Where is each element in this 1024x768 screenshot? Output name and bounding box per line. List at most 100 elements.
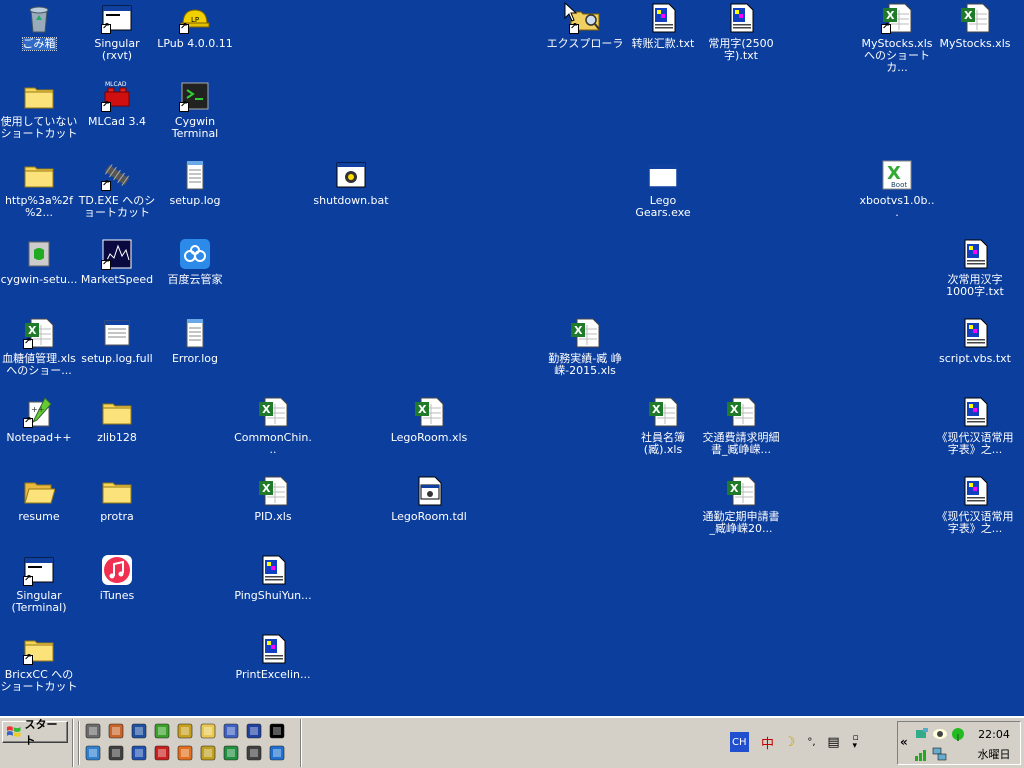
quicklaunch-ie-icon[interactable]: [268, 744, 286, 762]
desktop-icon-label: PID.xls: [254, 510, 292, 523]
desktop-icon-cygwin-setup[interactable]: cygwin-setu...: [0, 238, 78, 286]
recycle-bin-icon: [23, 2, 55, 34]
svg-text:X: X: [574, 324, 583, 337]
network-computers-icon[interactable]: [932, 746, 948, 762]
desktop-icon-mystocks[interactable]: X MyStocks.xls: [936, 2, 1014, 50]
quicklaunch-grip[interactable]: [78, 721, 80, 765]
quicklaunch-cmd-icon[interactable]: [268, 722, 286, 740]
desktop-icon-label: エクスプローラ: [546, 37, 624, 50]
quicklaunch-nvidia-icon[interactable]: [153, 722, 171, 740]
desktop-icon-protra[interactable]: protra: [78, 475, 156, 523]
system-tray: 22:04 水曜日: [897, 721, 1021, 765]
batch-icon: [335, 159, 367, 191]
desktop-icon-singular-rxvt[interactable]: Singular (rxvt): [78, 2, 156, 62]
desktop-icon-itunes[interactable]: iTunes: [78, 554, 156, 602]
eye-monitor-icon[interactable]: [932, 726, 948, 742]
batch-doc-icon: [413, 475, 445, 507]
desktop-icon-lpub[interactable]: LP LPub 4.0.0.11: [156, 2, 234, 50]
ime-mode-button[interactable]: 中: [759, 732, 777, 752]
desktop-icon-http-folder[interactable]: http%3a%2f%2...: [0, 159, 78, 219]
desktop-icon-xboot[interactable]: X Boot xbootvs1.0b...: [858, 159, 936, 219]
desktop-icon-notepadpp[interactable]: ++ Notepad++: [0, 396, 78, 444]
desktop-icon-employee-list[interactable]: X 社員名簿(臧).xls: [624, 396, 702, 456]
ime-punct-icon[interactable]: °,: [803, 732, 821, 752]
desktop-icon-commonchin[interactable]: X CommonChin...: [234, 396, 312, 456]
desktop-icon-commute-pass[interactable]: X 通勤定期申請書_臧峥嵘20...: [702, 475, 780, 535]
desktop-icon-zhuanzhang[interactable]: 转账汇款.txt: [624, 2, 702, 50]
folder-icon: [23, 633, 55, 665]
quicklaunch-cygwin-ql-icon[interactable]: [222, 744, 240, 762]
desktop-icon-resume[interactable]: resume: [0, 475, 78, 523]
clock-time[interactable]: 22:04: [972, 728, 1016, 741]
shortcut-arrow-icon: [101, 179, 111, 191]
desktop-icon-mystocks-shortcut[interactable]: X MyStocks.xls へのショートカ...: [858, 2, 936, 74]
desktop-icon-explorer[interactable]: エクスプローラ: [546, 2, 624, 50]
desktop-icon-shutdown-bat[interactable]: shutdown.bat: [312, 159, 390, 207]
desktop-icon-legoroom-xls[interactable]: X LegoRoom.xls: [390, 396, 468, 444]
excel-doc-icon: X: [23, 317, 55, 349]
desktop-icon-cygwin-terminal[interactable]: Cygwin Terminal: [156, 80, 234, 140]
quicklaunch-cube-icon[interactable]: [130, 744, 148, 762]
desktop-icon-setup-log[interactable]: setup.log: [156, 159, 234, 207]
desktop-icon-ci-changyong[interactable]: 次常用汉字1000字.txt: [936, 238, 1014, 298]
shortcut-arrow-icon: [101, 100, 111, 112]
quicklaunch-chip-icon[interactable]: [199, 744, 217, 762]
quicklaunch-puzzle-icon[interactable]: [222, 722, 240, 740]
desktop-icon-legoroom-tdl[interactable]: LegoRoom.tdl: [390, 475, 468, 523]
quicklaunch-package-icon[interactable]: [107, 722, 125, 740]
quicklaunch-lego-ql-icon[interactable]: [153, 744, 171, 762]
ime-language-button[interactable]: CH: [730, 732, 749, 752]
desktop-icon-baidu-cloud[interactable]: 百度云管家: [156, 238, 234, 286]
desktop-icon-label: MyStocks.xls: [939, 37, 1011, 50]
desktop-icon-label: setup.log: [169, 194, 221, 207]
desktop-icon-transport-request[interactable]: X 交通費請求明細書_臧峥嵘...: [702, 396, 780, 456]
desktop-icon-xiandai-1[interactable]: 《现代汉语常用字表》之...: [936, 396, 1014, 456]
signal-bars-icon[interactable]: [914, 746, 930, 762]
desktop-icon-bricxcc[interactable]: BricxCC へのショートカット: [0, 633, 78, 693]
desktop-icon-zlib128[interactable]: zlib128: [78, 396, 156, 444]
desktop-icon-error-log[interactable]: Error.log: [156, 317, 234, 365]
wifi-icon[interactable]: [950, 726, 966, 742]
quicklaunch-firefox-icon[interactable]: [176, 744, 194, 762]
quicklaunch-network-icon[interactable]: [84, 744, 102, 762]
desktop-icon-marketspeed[interactable]: MarketSpeed: [78, 238, 156, 286]
desktop-icon-printexcel[interactable]: PrintExcelin...: [234, 633, 312, 681]
desktop-icon-singular-terminal[interactable]: Singular (Terminal): [0, 554, 78, 614]
quicklaunch-folder-ql-icon[interactable]: [199, 722, 217, 740]
network-status-icon[interactable]: [914, 726, 930, 742]
desktop-icon-td-exe[interactable]: TD.EXE へのショートカット: [78, 159, 156, 219]
desktop-icon-blood-sugar[interactable]: X 血糖値管理.xls へのショー...: [0, 317, 78, 377]
ime-halfwidth-icon[interactable]: ☽: [781, 732, 799, 752]
ime-options-icon[interactable]: ▫ ▾: [847, 732, 865, 752]
quicklaunch-flowers-icon[interactable]: [176, 722, 194, 740]
start-button[interactable]: スタート: [2, 718, 68, 747]
cloud-icon: [179, 238, 211, 270]
desktop-icon-unused-shortcuts[interactable]: 使用していないショートカット: [0, 80, 78, 140]
desktop-icon-pingshui[interactable]: PingShuiYun...: [234, 554, 312, 602]
desktop-icon-pid-xls[interactable]: X PID.xls: [234, 475, 312, 523]
excel-doc-icon: X: [725, 475, 757, 507]
desktop-icon-setup-log-full[interactable]: setup.log.full: [78, 317, 156, 365]
mouse-cursor-icon: [564, 2, 578, 22]
desktop-icon-label: 交通費請求明細書_臧峥嵘...: [702, 431, 780, 456]
desktop-icon-label: iTunes: [99, 589, 135, 602]
desktop-icon-changyongzi[interactable]: 常用字(2500字).txt: [702, 2, 780, 62]
desktop-icon-attendance[interactable]: X 勤務実績-臧 峥嵘-2015.xls: [546, 317, 624, 377]
desktop-icon-recycle-bin[interactable]: ごみ箱: [0, 2, 78, 51]
quicklaunch-window-ql-icon[interactable]: [245, 744, 263, 762]
desktop-icon-script-vbs[interactable]: script.vbs.txt: [936, 317, 1014, 365]
desktop[interactable]: ごみ箱 Singular (rxvt) LP LPub 4.0.0.11 エクスプローラ…: [0, 0, 1024, 716]
quicklaunch-pen-icon[interactable]: [107, 744, 125, 762]
quicklaunch-monitor-icon[interactable]: [130, 722, 148, 740]
desktop-icon-label: LegoRoom.xls: [390, 431, 468, 444]
quicklaunch-vb-icon[interactable]: [245, 722, 263, 740]
desktop-icon-mlcad[interactable]: MLCAD MLCad 3.4: [78, 80, 156, 128]
desktop-icon-label: LPub 4.0.0.11: [157, 37, 233, 50]
ime-softkbd-icon[interactable]: ▤: [825, 732, 843, 752]
svg-text:X: X: [730, 482, 739, 495]
shortcut-arrow-icon: [881, 22, 891, 34]
svg-text:X: X: [28, 324, 37, 337]
desktop-icon-xiandai-2[interactable]: 《现代汉语常用字表》之...: [936, 475, 1014, 535]
quicklaunch-gimp-icon[interactable]: [84, 722, 102, 740]
desktop-icon-lego-gears[interactable]: Lego Gears.exe: [624, 159, 702, 219]
